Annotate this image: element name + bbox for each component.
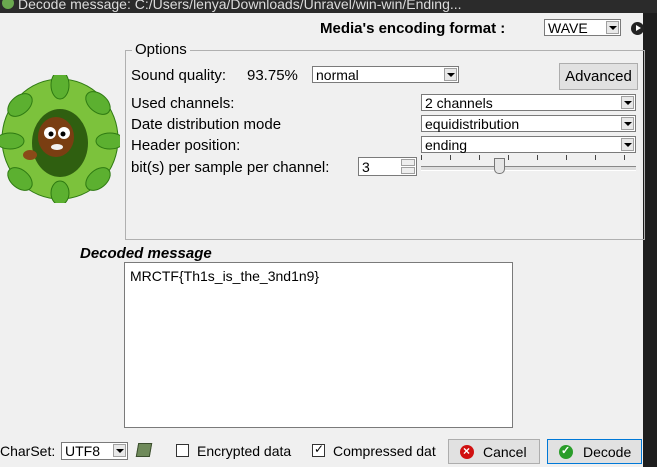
- spin-up-icon[interactable]: [401, 159, 415, 166]
- bits-per-sample-spinner[interactable]: 3: [358, 157, 417, 176]
- sound-quality-select[interactable]: normal: [312, 66, 459, 83]
- date-distribution-label: Date distribution mode: [131, 116, 282, 133]
- bits-slider-thumb[interactable]: [494, 158, 505, 174]
- used-channels-label: Used channels:: [131, 95, 235, 112]
- charset-edit-icon[interactable]: [135, 443, 153, 457]
- used-channels-select[interactable]: 2 channels: [421, 94, 636, 111]
- charset-select[interactable]: UTF8: [61, 442, 128, 460]
- header-position-select[interactable]: ending: [421, 136, 636, 153]
- encrypted-data-label: Encrypted data: [197, 443, 292, 459]
- chevron-down-icon[interactable]: [621, 138, 634, 151]
- decoded-message-heading: Decoded message: [80, 245, 212, 262]
- app-icon: [2, 0, 14, 9]
- sound-quality-label: Sound quality:: [131, 67, 227, 84]
- encrypted-data-checkbox[interactable]: [176, 444, 189, 457]
- encoding-format-select[interactable]: WAVE: [544, 19, 621, 36]
- charset-label: CharSet:: [0, 443, 56, 459]
- advanced-button[interactable]: Advanced: [559, 63, 638, 90]
- chevron-down-icon[interactable]: [621, 96, 634, 109]
- decode-button[interactable]: ✓ Decode: [547, 439, 642, 464]
- cancel-icon: ×: [460, 444, 474, 459]
- chevron-down-icon[interactable]: [444, 68, 457, 81]
- compressed-data-label: Compressed dat: [333, 443, 436, 459]
- window-title: Decode message: C:/Users/lenya/Downloads…: [18, 0, 462, 12]
- sound-quality-percent: 93.75%: [247, 67, 298, 84]
- checkmark-icon: ✓: [559, 445, 573, 459]
- encoding-format-label: Media's encoding format :: [320, 20, 506, 37]
- mascot-icon: [0, 75, 120, 203]
- bits-slider-track[interactable]: [421, 166, 636, 171]
- spin-down-icon[interactable]: [401, 167, 415, 174]
- header-position-label: Header position:: [131, 137, 241, 154]
- compressed-data-checkbox[interactable]: ✓: [312, 442, 325, 457]
- decoded-message-textarea[interactable]: [124, 262, 513, 428]
- bits-per-sample-label: bit(s) per sample per channel:: [131, 159, 330, 176]
- background-window-edge: [643, 13, 657, 467]
- options-group-title: Options: [132, 41, 190, 58]
- play-icon[interactable]: [631, 22, 644, 35]
- title-bar: Decode message: C:/Users/lenya/Downloads…: [0, 0, 657, 13]
- chevron-down-icon[interactable]: [606, 21, 619, 34]
- check-icon: ✓: [314, 442, 325, 456]
- bits-slider-ticks: [421, 155, 636, 161]
- date-distribution-select[interactable]: equidistribution: [421, 115, 636, 132]
- cancel-button[interactable]: × Cancel: [448, 439, 540, 464]
- chevron-down-icon[interactable]: [621, 117, 634, 130]
- decoded-message-text: MRCTF{Th1s_is_the_3nd1n9}: [130, 268, 320, 284]
- chevron-down-icon[interactable]: [113, 444, 126, 457]
